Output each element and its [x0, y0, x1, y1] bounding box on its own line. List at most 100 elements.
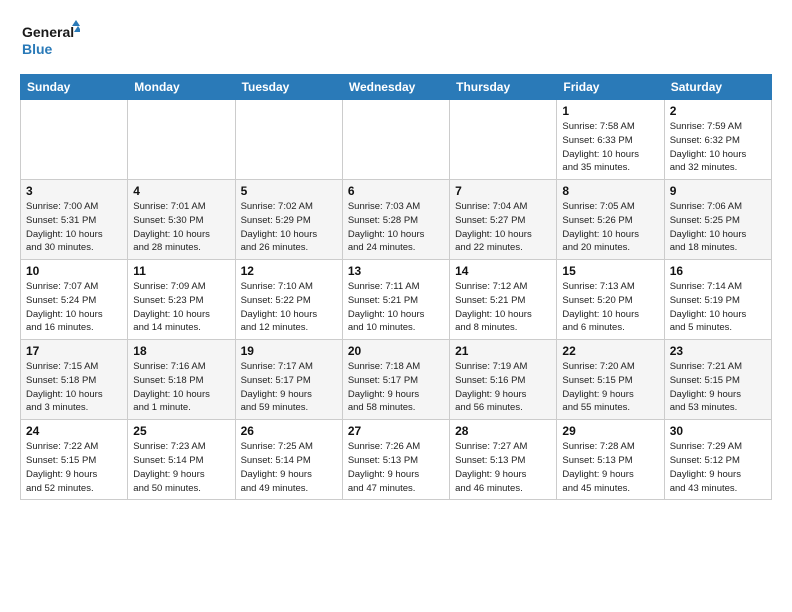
calendar-cell: 19Sunrise: 7:17 AM Sunset: 5:17 PM Dayli…	[235, 340, 342, 420]
calendar-cell: 18Sunrise: 7:16 AM Sunset: 5:18 PM Dayli…	[128, 340, 235, 420]
calendar-cell: 6 Sunrise: 7:03 AM Sunset: 5:28 PM Daylig…	[342, 180, 449, 260]
week-row-2: 10 Sunrise: 7:07 AM Sunset: 5:24 PM Dayli…	[21, 260, 772, 340]
day-number: 6	[348, 184, 444, 198]
calendar-cell: 27Sunrise: 7:26 AM Sunset: 5:13 PM Dayli…	[342, 420, 449, 500]
svg-text:General: General	[22, 24, 74, 40]
calendar-cell: 21 Sunrise: 7:19 AM Sunset: 5:16 PM Dayli…	[450, 340, 557, 420]
day-number: 12	[241, 264, 337, 278]
week-row-3: 17 Sunrise: 7:15 AM Sunset: 5:18 PM Dayli…	[21, 340, 772, 420]
day-number: 1	[562, 104, 658, 118]
day-number: 30	[670, 424, 766, 438]
calendar-cell: 1Sunrise: 7:58 AM Sunset: 6:33 PM Daylig…	[557, 100, 664, 180]
day-info: Sunrise: 7:28 AM Sunset: 5:13 PM Dayligh…	[562, 440, 658, 495]
week-row-0: 1Sunrise: 7:58 AM Sunset: 6:33 PM Daylig…	[21, 100, 772, 180]
day-info: Sunrise: 7:21 AM Sunset: 5:15 PM Dayligh…	[670, 360, 766, 415]
calendar-cell: 11 Sunrise: 7:09 AM Sunset: 5:23 PM Dayli…	[128, 260, 235, 340]
day-number: 20	[348, 344, 444, 358]
day-number: 25	[133, 424, 229, 438]
day-info: Sunrise: 7:13 AM Sunset: 5:20 PM Dayligh…	[562, 280, 658, 335]
day-info: Sunrise: 7:27 AM Sunset: 5:13 PM Dayligh…	[455, 440, 551, 495]
day-info: Sunrise: 7:05 AM Sunset: 5:26 PM Dayligh…	[562, 200, 658, 255]
day-number: 26	[241, 424, 337, 438]
day-number: 4	[133, 184, 229, 198]
day-number: 11	[133, 264, 229, 278]
calendar-cell: 15 Sunrise: 7:13 AM Sunset: 5:20 PM Dayli…	[557, 260, 664, 340]
calendar-cell	[342, 100, 449, 180]
day-number: 22	[562, 344, 658, 358]
day-number: 5	[241, 184, 337, 198]
week-row-1: 3Sunrise: 7:00 AM Sunset: 5:31 PM Daylig…	[21, 180, 772, 260]
day-number: 16	[670, 264, 766, 278]
calendar-cell: 17 Sunrise: 7:15 AM Sunset: 5:18 PM Dayli…	[21, 340, 128, 420]
calendar-cell	[128, 100, 235, 180]
calendar-cell: 30 Sunrise: 7:29 AM Sunset: 5:12 PM Dayli…	[664, 420, 771, 500]
day-number: 29	[562, 424, 658, 438]
calendar-cell: 22Sunrise: 7:20 AM Sunset: 5:15 PM Dayli…	[557, 340, 664, 420]
calendar-cell: 20 Sunrise: 7:18 AM Sunset: 5:17 PM Dayli…	[342, 340, 449, 420]
weekday-header-sunday: Sunday	[21, 75, 128, 100]
day-info: Sunrise: 7:04 AM Sunset: 5:27 PM Dayligh…	[455, 200, 551, 255]
day-info: Sunrise: 7:59 AM Sunset: 6:32 PM Dayligh…	[670, 120, 766, 175]
day-number: 28	[455, 424, 551, 438]
day-info: Sunrise: 7:22 AM Sunset: 5:15 PM Dayligh…	[26, 440, 122, 495]
day-info: Sunrise: 7:02 AM Sunset: 5:29 PM Dayligh…	[241, 200, 337, 255]
page-container: General Blue SundayMondayTuesdayWednesda…	[0, 0, 792, 516]
day-number: 9	[670, 184, 766, 198]
day-info: Sunrise: 7:09 AM Sunset: 5:23 PM Dayligh…	[133, 280, 229, 335]
calendar-cell: 10 Sunrise: 7:07 AM Sunset: 5:24 PM Dayli…	[21, 260, 128, 340]
weekday-header-friday: Friday	[557, 75, 664, 100]
calendar-cell: 9 Sunrise: 7:06 AM Sunset: 5:25 PM Daylig…	[664, 180, 771, 260]
calendar-cell: 16 Sunrise: 7:14 AM Sunset: 5:19 PM Dayli…	[664, 260, 771, 340]
calendar-cell: 5 Sunrise: 7:02 AM Sunset: 5:29 PM Daylig…	[235, 180, 342, 260]
calendar-cell: 13Sunrise: 7:11 AM Sunset: 5:21 PM Dayli…	[342, 260, 449, 340]
day-info: Sunrise: 7:19 AM Sunset: 5:16 PM Dayligh…	[455, 360, 551, 415]
day-info: Sunrise: 7:15 AM Sunset: 5:18 PM Dayligh…	[26, 360, 122, 415]
calendar-cell: 12 Sunrise: 7:10 AM Sunset: 5:22 PM Dayli…	[235, 260, 342, 340]
day-number: 13	[348, 264, 444, 278]
weekday-header-saturday: Saturday	[664, 75, 771, 100]
day-info: Sunrise: 7:14 AM Sunset: 5:19 PM Dayligh…	[670, 280, 766, 335]
day-number: 8	[562, 184, 658, 198]
calendar-cell: 29 Sunrise: 7:28 AM Sunset: 5:13 PM Dayli…	[557, 420, 664, 500]
day-info: Sunrise: 7:29 AM Sunset: 5:12 PM Dayligh…	[670, 440, 766, 495]
day-number: 24	[26, 424, 122, 438]
day-info: Sunrise: 7:10 AM Sunset: 5:22 PM Dayligh…	[241, 280, 337, 335]
calendar-cell: 14Sunrise: 7:12 AM Sunset: 5:21 PM Dayli…	[450, 260, 557, 340]
day-number: 7	[455, 184, 551, 198]
day-number: 23	[670, 344, 766, 358]
day-info: Sunrise: 7:03 AM Sunset: 5:28 PM Dayligh…	[348, 200, 444, 255]
day-info: Sunrise: 7:25 AM Sunset: 5:14 PM Dayligh…	[241, 440, 337, 495]
day-info: Sunrise: 7:06 AM Sunset: 5:25 PM Dayligh…	[670, 200, 766, 255]
day-info: Sunrise: 7:23 AM Sunset: 5:14 PM Dayligh…	[133, 440, 229, 495]
day-number: 21	[455, 344, 551, 358]
calendar-cell: 23 Sunrise: 7:21 AM Sunset: 5:15 PM Dayli…	[664, 340, 771, 420]
calendar-cell: 4 Sunrise: 7:01 AM Sunset: 5:30 PM Daylig…	[128, 180, 235, 260]
calendar-cell: 26 Sunrise: 7:25 AM Sunset: 5:14 PM Dayli…	[235, 420, 342, 500]
day-info: Sunrise: 7:01 AM Sunset: 5:30 PM Dayligh…	[133, 200, 229, 255]
day-number: 18	[133, 344, 229, 358]
day-info: Sunrise: 7:18 AM Sunset: 5:17 PM Dayligh…	[348, 360, 444, 415]
day-info: Sunrise: 7:12 AM Sunset: 5:21 PM Dayligh…	[455, 280, 551, 335]
header: General Blue	[20, 16, 772, 64]
day-number: 3	[26, 184, 122, 198]
calendar-cell: 24 Sunrise: 7:22 AM Sunset: 5:15 PM Dayli…	[21, 420, 128, 500]
calendar-cell: 8 Sunrise: 7:05 AM Sunset: 5:26 PM Daylig…	[557, 180, 664, 260]
day-info: Sunrise: 7:07 AM Sunset: 5:24 PM Dayligh…	[26, 280, 122, 335]
weekday-header-row: SundayMondayTuesdayWednesdayThursdayFrid…	[21, 75, 772, 100]
svg-text:Blue: Blue	[22, 41, 53, 57]
day-number: 27	[348, 424, 444, 438]
calendar-cell: 25 Sunrise: 7:23 AM Sunset: 5:14 PM Dayli…	[128, 420, 235, 500]
day-number: 2	[670, 104, 766, 118]
weekday-header-tuesday: Tuesday	[235, 75, 342, 100]
calendar-cell	[450, 100, 557, 180]
calendar-cell: 2 Sunrise: 7:59 AM Sunset: 6:32 PM Daylig…	[664, 100, 771, 180]
day-number: 15	[562, 264, 658, 278]
calendar-cell: 28 Sunrise: 7:27 AM Sunset: 5:13 PM Dayli…	[450, 420, 557, 500]
day-info: Sunrise: 7:17 AM Sunset: 5:17 PM Dayligh…	[241, 360, 337, 415]
calendar-cell	[21, 100, 128, 180]
day-number: 17	[26, 344, 122, 358]
calendar-cell	[235, 100, 342, 180]
calendar-cell: 3Sunrise: 7:00 AM Sunset: 5:31 PM Daylig…	[21, 180, 128, 260]
weekday-header-wednesday: Wednesday	[342, 75, 449, 100]
day-number: 10	[26, 264, 122, 278]
